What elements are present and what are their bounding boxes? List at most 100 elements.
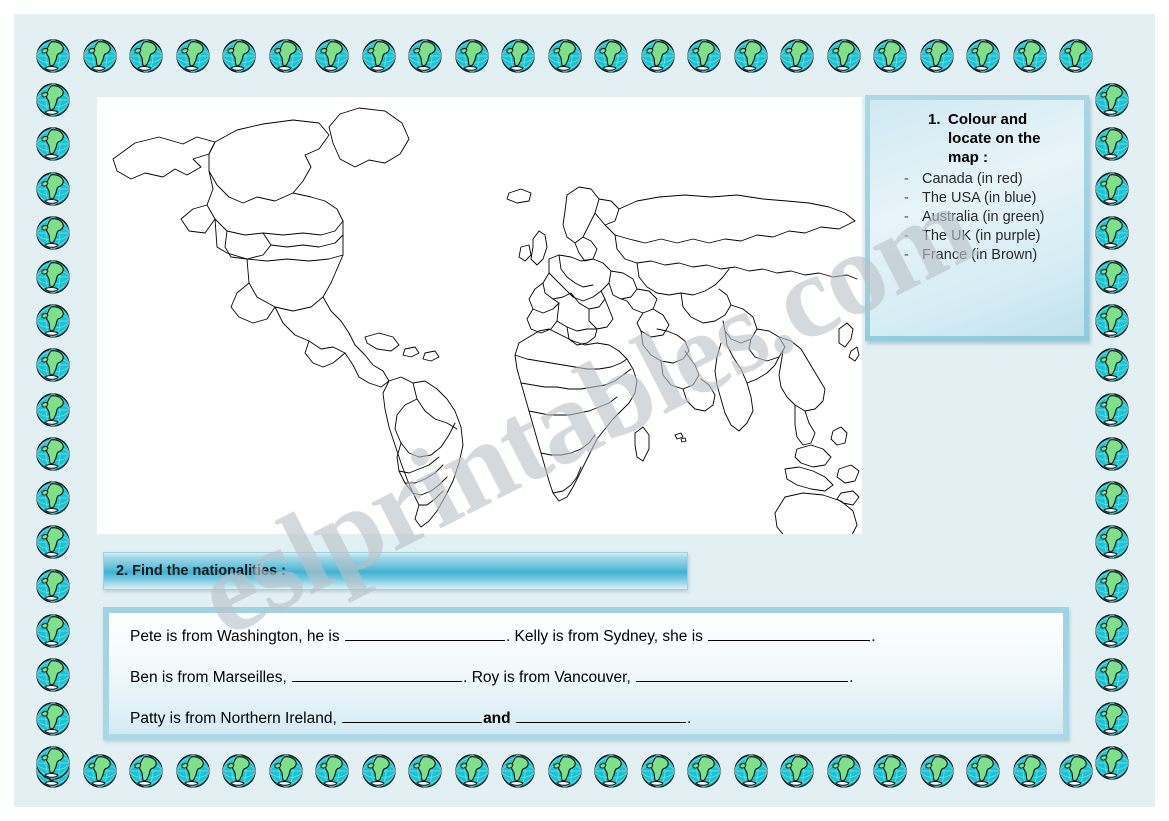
globe-icon [1095, 392, 1129, 427]
answer-blank[interactable] [292, 667, 463, 683]
globe-icon [964, 36, 1004, 76]
globe-icon [1095, 216, 1129, 250]
globe-icon [547, 754, 582, 788]
globe-icon [871, 36, 911, 76]
answer-blank[interactable] [708, 626, 871, 641]
globe-icon [1095, 348, 1129, 383]
globe-icon [685, 36, 725, 76]
sentence-text: . Kelly is from Sydney, she is [505, 628, 708, 645]
globe-icon [1057, 751, 1097, 791]
conjunction-and: and [483, 710, 511, 728]
globe-icon [81, 751, 121, 791]
answer-blank[interactable] [515, 708, 686, 724]
globe-icon [36, 754, 70, 788]
answer-blank[interactable] [342, 708, 483, 724]
globe-icon [1057, 36, 1097, 76]
globe-icon [1095, 171, 1129, 206]
country-item-label: Canada (in red) [922, 170, 1023, 187]
globe-icon [267, 36, 307, 76]
globe-icon [966, 754, 1000, 788]
globe-icon [34, 390, 74, 430]
list-item: - Canada (in red) [904, 170, 1072, 189]
globe-icon [639, 751, 679, 791]
globe-icon [222, 754, 256, 788]
globe-icon [34, 345, 74, 385]
country-item-label: The USA (in blue) [922, 189, 1037, 206]
globe-icon [34, 124, 74, 164]
sentence-line: Pete is from Washington, he is . Kelly i… [130, 626, 1049, 645]
globe-icon [1093, 522, 1133, 562]
world-map-panel[interactable] [97, 97, 862, 534]
globe-icon [499, 36, 539, 76]
globe-icon [1095, 525, 1129, 559]
globe-icon [360, 751, 400, 791]
globe-icon [34, 566, 74, 606]
globe-icon [36, 260, 70, 294]
globe-icon [129, 39, 163, 73]
globe-icon [546, 751, 586, 791]
globe-icon [34, 751, 74, 791]
page-margin-left [0, 0, 14, 821]
answer-blank[interactable] [344, 626, 505, 641]
list-item: - France (in Brown) [904, 246, 1072, 265]
globe-icon [1093, 80, 1133, 120]
globe-icon [36, 392, 70, 427]
globe-icon [499, 751, 539, 791]
globe-icon [129, 754, 163, 788]
globe-icon [36, 525, 70, 559]
instruction-title-text: Colour and locate on the map : [948, 111, 1041, 167]
list-item: - The USA (in blue) [904, 189, 1072, 208]
globe-icon [34, 611, 74, 651]
globe-icon [34, 699, 74, 739]
globe-icon [966, 39, 1000, 73]
globe-icon [780, 39, 814, 73]
globe-icon [36, 746, 70, 780]
globe-icon [1095, 702, 1129, 736]
globe-icon [918, 36, 958, 76]
globe-icon [780, 754, 814, 788]
globe-icon [547, 39, 582, 73]
globe-icon [36, 171, 70, 206]
globe-icon [360, 36, 400, 76]
globe-icon [453, 751, 493, 791]
globe-icon [732, 751, 772, 791]
globe-icon [1093, 478, 1133, 518]
globe-icon [825, 36, 865, 76]
answer-blank[interactable] [636, 667, 849, 683]
instruction-number: 1. [928, 111, 941, 128]
page-margin-right [1155, 0, 1169, 821]
globe-icon [36, 437, 70, 471]
globe-icon [268, 754, 303, 788]
globe-icon [873, 39, 907, 73]
globe-icon [687, 754, 721, 788]
globe-icon [1093, 699, 1133, 739]
country-item-label: The UK (in purple) [922, 227, 1041, 244]
globe-icon [267, 751, 307, 791]
country-item-label: France (in Brown) [922, 247, 1038, 264]
globe-icon [594, 39, 628, 73]
globe-icon [825, 751, 865, 791]
globe-icon [826, 754, 861, 788]
instruction-list: - Canada (in red) - The USA (in blue) - … [880, 170, 1072, 266]
globe-icon [1093, 301, 1133, 341]
globe-icon [732, 36, 772, 76]
sentence-text: . [849, 669, 854, 687]
sentence-text: Ben is from Marseilles, [130, 669, 292, 687]
globe-icon [34, 478, 74, 518]
globe-icon [639, 36, 679, 76]
globe-icon [406, 751, 446, 791]
sentences-list: Pete is from Washington, he is . Kelly i… [109, 613, 1063, 734]
sentence-text: . Roy is from Vancouver, [463, 669, 636, 687]
globe-icon [82, 754, 117, 788]
globe-icon [34, 36, 74, 76]
globe-icon [1093, 169, 1133, 209]
globe-icon [778, 751, 818, 791]
globe-icon [36, 304, 70, 338]
globe-icon [1093, 213, 1133, 253]
globe-icon [501, 39, 535, 73]
globe-icon [127, 751, 167, 791]
globe-icon [406, 36, 446, 76]
globe-icon [36, 83, 70, 117]
globe-icon [82, 39, 117, 73]
globe-icon [778, 36, 818, 76]
